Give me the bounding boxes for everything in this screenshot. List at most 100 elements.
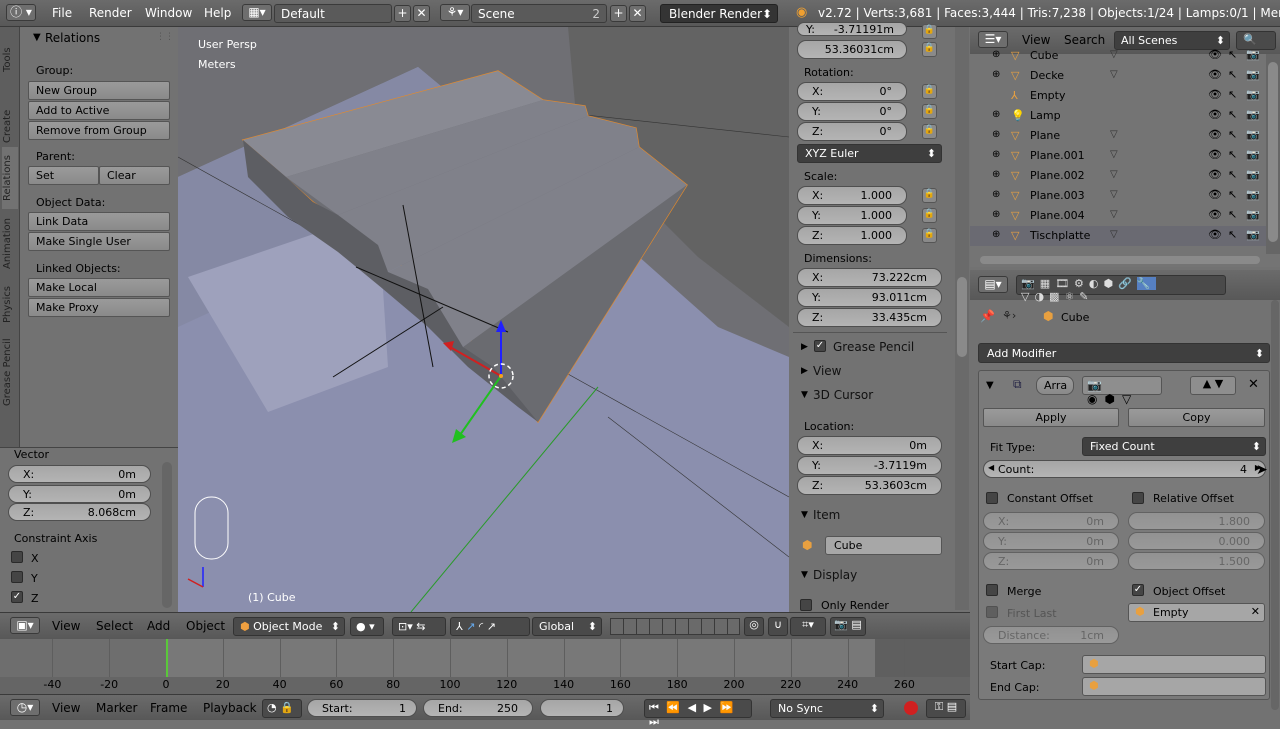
snap-element-select[interactable]: ⌗▾ xyxy=(790,617,826,636)
item-panel-header[interactable]: Item xyxy=(813,508,840,522)
proportional-edit-icon[interactable]: ◎ xyxy=(744,617,764,636)
dimension-x-field[interactable]: X: 73.222cm xyxy=(797,268,942,287)
outliner-row[interactable]: ⊕ ▽ Cube ▽ 👁 ↖ 📷 xyxy=(970,46,1266,66)
pivot-snap-icons[interactable]: ⊡▾ ⇆ xyxy=(392,617,446,636)
drag-handle-icon[interactable]: ⋮⋮ xyxy=(156,32,174,42)
modifier-name-field[interactable]: Arra xyxy=(1036,376,1074,395)
rotation-y-field[interactable]: Y: 0° xyxy=(797,102,907,121)
display-panel-header[interactable]: Display xyxy=(813,568,857,582)
cursor-y-field[interactable]: Y: -3.7119m xyxy=(797,456,942,475)
tab-grease-pencil[interactable]: Grease Pencil xyxy=(2,333,18,411)
outliner-row[interactable]: ⊕ ▽ Tischplatte ▽ 👁 ↖ 📷 xyxy=(970,226,1266,246)
outliner-row[interactable]: ⊕ ▽ Plane.003 ▽ 👁 ↖ 📷 xyxy=(970,186,1266,206)
cursor-x-field[interactable]: X: 0m xyxy=(797,436,942,455)
start-cap-field[interactable]: ⬢ xyxy=(1082,655,1266,674)
expand-toggle-icon[interactable]: ⊕ xyxy=(992,209,1000,220)
constant-offset-y-field[interactable]: Y: 0m xyxy=(983,532,1119,550)
renderable-camera-icon[interactable]: 📷 xyxy=(1246,148,1260,161)
lock-icon[interactable]: 🔒 xyxy=(922,24,937,39)
end-cap-field[interactable]: ⬢ xyxy=(1082,677,1266,696)
count-field[interactable]: ◀ Count: 4 ▶ xyxy=(983,460,1266,478)
menu-playback[interactable]: Playback xyxy=(203,701,257,715)
tab-animation[interactable]: Animation xyxy=(2,213,18,275)
location-z-field[interactable]: 53.36031cm xyxy=(797,40,907,59)
lock-icon[interactable]: 🔒 xyxy=(922,188,937,203)
merge-checkbox[interactable] xyxy=(986,584,998,596)
manipulator-icons[interactable]: ⅄ ↗ ◜ ↗ xyxy=(450,617,530,636)
grease-pencil-header[interactable]: Grease Pencil xyxy=(833,340,914,354)
parent-set-button[interactable]: Set xyxy=(28,166,99,185)
parent-clear-button[interactable]: Clear xyxy=(99,166,170,185)
delete-layout-button[interactable]: ✕ xyxy=(413,5,430,22)
object-offset-checkbox[interactable]: ✓ xyxy=(1132,584,1144,596)
transform-orientation-select[interactable]: Global ⬍ xyxy=(532,617,602,636)
render-preview-icons[interactable]: 📷 ▤ xyxy=(830,617,866,636)
playback-controls[interactable]: ⏮ ⏪ ◀ ▶ ⏩ ⏭ xyxy=(644,699,752,728)
property-context-tabs[interactable]: 📷▦🎞⚙◐⬢🔗🔧▽◑▩⚛✎ xyxy=(1016,275,1226,303)
lock-icon[interactable]: 🔒 xyxy=(922,208,937,223)
tab-create[interactable]: Create xyxy=(2,101,18,151)
editor-type-3d-button[interactable]: ▣▾ xyxy=(10,617,40,634)
selectable-cursor-icon[interactable]: ↖ xyxy=(1228,108,1237,121)
render-engine-select[interactable]: Blender Render ⬍ xyxy=(660,4,778,23)
constant-offset-checkbox[interactable] xyxy=(986,492,998,504)
viewport-shading-select[interactable]: ● ▾ xyxy=(350,617,384,636)
outliner-row[interactable]: ⊕ ▽ Plane ▽ 👁 ↖ 📷 xyxy=(970,126,1266,146)
visibility-eye-icon[interactable]: 👁 xyxy=(1208,68,1222,81)
selectable-cursor-icon[interactable]: ↖ xyxy=(1228,68,1237,81)
visibility-eye-icon[interactable]: 👁 xyxy=(1208,168,1222,181)
tab-physics[interactable]: Physics xyxy=(2,281,18,329)
outliner-row[interactable]: ⊕ ▽ Plane.004 ▽ 👁 ↖ 📷 xyxy=(970,206,1266,226)
collapse-arrow-icon[interactable]: ▼ xyxy=(801,570,808,580)
collapse-modifier-icon[interactable]: ▼ xyxy=(986,380,994,391)
constraint-y-checkbox[interactable] xyxy=(11,571,23,583)
modifier-move-buttons[interactable]: ▲ ▼ xyxy=(1190,376,1236,395)
relative-offset-y-field[interactable]: 0.000 xyxy=(1128,532,1265,550)
vector-z-field[interactable]: Z: 8.068cm xyxy=(8,503,151,521)
relative-offset-x-field[interactable]: 1.800 xyxy=(1128,512,1265,530)
add-to-active-button[interactable]: Add to Active xyxy=(28,101,170,120)
selectable-cursor-icon[interactable]: ↖ xyxy=(1228,188,1237,201)
constant-offset-z-field[interactable]: Z: 0m xyxy=(983,552,1119,570)
dimension-z-field[interactable]: Z: 33.435cm xyxy=(797,308,942,327)
outliner-row[interactable]: ⅄ Empty 👁 ↖ 📷 xyxy=(970,86,1266,106)
menu-render[interactable]: Render xyxy=(89,6,132,20)
outliner-scrollbar[interactable] xyxy=(1268,62,1278,242)
constant-offset-x-field[interactable]: X: 0m xyxy=(983,512,1119,530)
vector-y-field[interactable]: Y: 0m xyxy=(8,485,151,503)
visibility-eye-icon[interactable]: 👁 xyxy=(1208,188,1222,201)
link-data-button[interactable]: Link Data xyxy=(28,212,170,231)
make-local-button[interactable]: Make Local xyxy=(28,278,170,297)
rotation-mode-select[interactable]: XYZ Euler ⬍ xyxy=(797,144,942,163)
renderable-camera-icon[interactable]: 📷 xyxy=(1246,88,1260,101)
menu-frame[interactable]: Frame xyxy=(150,701,187,715)
remove-modifier-icon[interactable]: ✕ xyxy=(1248,377,1259,392)
selectable-cursor-icon[interactable]: ↖ xyxy=(1228,168,1237,181)
screen-layout-icon[interactable]: ▦▾ xyxy=(242,4,272,21)
selectable-cursor-icon[interactable]: ↖ xyxy=(1228,208,1237,221)
delete-scene-button[interactable]: ✕ xyxy=(629,5,646,22)
offset-object-field[interactable]: ⬢ Empty ✕ xyxy=(1128,603,1265,622)
collapse-arrow-icon[interactable]: ▼ xyxy=(801,510,808,520)
location-y-field[interactable]: Y: -3.71191m xyxy=(797,22,907,36)
visibility-eye-icon[interactable]: 👁 xyxy=(1208,208,1222,221)
renderable-camera-icon[interactable]: 📷 xyxy=(1246,228,1260,241)
rotation-x-field[interactable]: X: 0° xyxy=(797,82,907,101)
object-name-field[interactable]: Cube xyxy=(825,536,942,555)
modifier-visibility-toggles[interactable]: 📷◉⬢▽ xyxy=(1082,376,1162,406)
relative-offset-z-field[interactable]: 1.500 xyxy=(1128,552,1265,570)
make-single-user-button[interactable]: Make Single User xyxy=(28,232,170,251)
expand-toggle-icon[interactable]: ⊕ xyxy=(992,189,1000,200)
menu-file[interactable]: File xyxy=(52,6,72,20)
grease-pencil-checkbox[interactable]: ✓ xyxy=(814,340,826,352)
snap-icon[interactable]: ∪ xyxy=(768,617,788,636)
pin-icon[interactable]: 📌 xyxy=(980,309,995,323)
selectable-cursor-icon[interactable]: ↖ xyxy=(1228,228,1237,241)
fit-type-select[interactable]: Fixed Count ⬍ xyxy=(1082,437,1266,456)
expand-toggle-icon[interactable]: ⊕ xyxy=(992,169,1000,180)
visibility-eye-icon[interactable]: 👁 xyxy=(1208,88,1222,101)
add-scene-button[interactable]: + xyxy=(610,5,627,22)
outliner-search-menu[interactable]: Search xyxy=(1064,33,1105,47)
scale-y-field[interactable]: Y: 1.000 xyxy=(797,206,907,225)
add-layout-button[interactable]: + xyxy=(394,5,411,22)
